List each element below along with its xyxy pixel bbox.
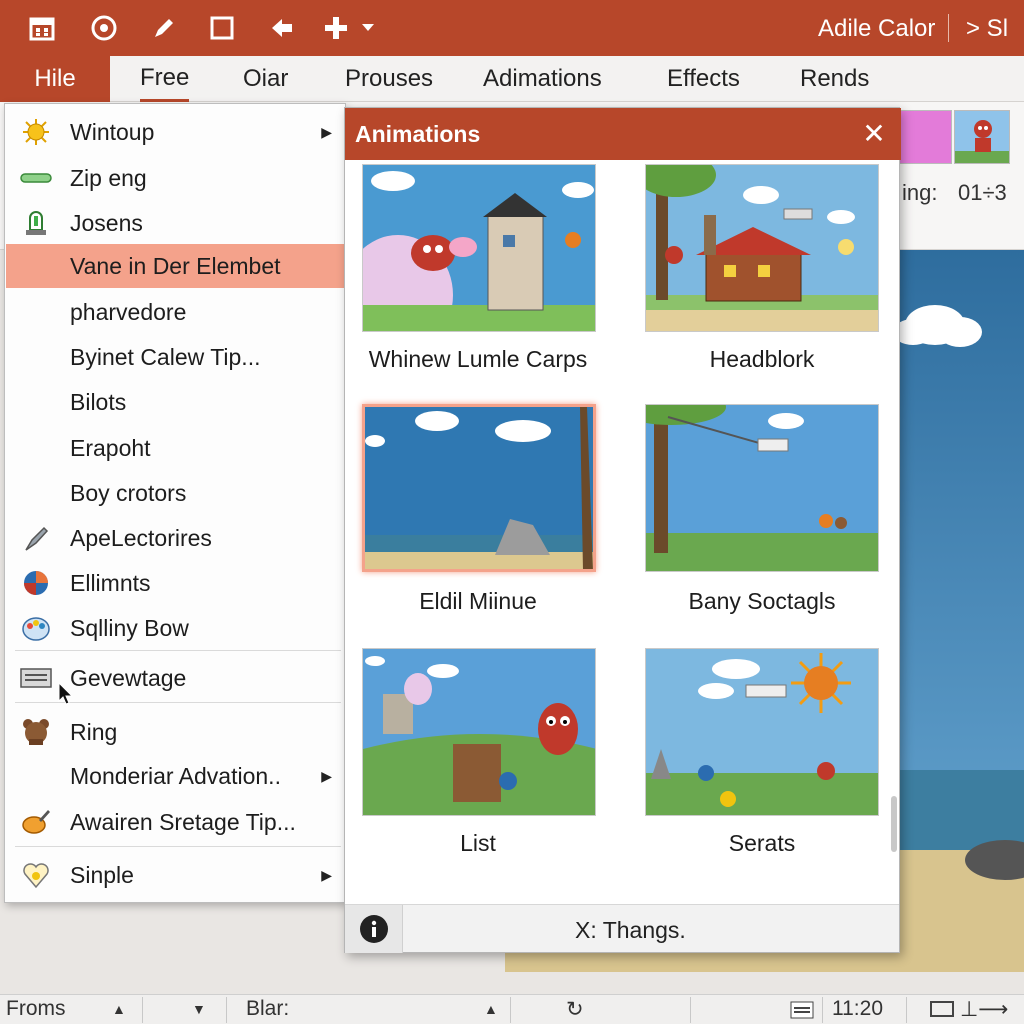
menu-item-apelectorires[interactable]: ApeLectorires: [6, 516, 344, 560]
menu-item-wintoup[interactable]: Wintoup ▶: [6, 110, 344, 154]
heart-icon: [20, 859, 52, 891]
record-icon[interactable]: [88, 12, 120, 44]
keyboard-icon: [20, 662, 52, 694]
animations-panel: Animations ✕ Whinew Lumle Carps Headblor…: [344, 107, 901, 953]
tab-oiar[interactable]: Oiar: [243, 56, 288, 102]
tab-prouses[interactable]: Prouses: [345, 56, 433, 102]
bar-icon: [20, 162, 52, 194]
transition-thumbnail[interactable]: [896, 110, 952, 164]
panel-footer: X: Thangs.: [345, 904, 899, 953]
footer-text: X: Thangs.: [575, 917, 686, 943]
ball-icon: [20, 567, 52, 599]
info-icon: [359, 915, 388, 943]
menu-item-ellimnts[interactable]: Ellimnts: [6, 561, 344, 605]
calendar-icon[interactable]: [26, 12, 58, 44]
chevron-down-icon[interactable]: ▼: [192, 1001, 206, 1017]
animation-tile[interactable]: [645, 648, 879, 816]
menu-item-zip-eng[interactable]: Zip eng: [6, 156, 344, 200]
palette-icon: [20, 612, 52, 644]
square-icon[interactable]: [206, 12, 238, 44]
menu-separator: [15, 650, 341, 651]
menu-separator: [15, 846, 341, 847]
animation-tile[interactable]: [362, 648, 596, 816]
menu-item-vane-in-der-elembet[interactable]: Vane in Der Elembet: [6, 244, 344, 288]
network-icon[interactable]: [930, 1001, 954, 1024]
panel-title: Animations: [355, 121, 481, 147]
refresh-icon[interactable]: ↻: [566, 997, 584, 1021]
panel-scrollbar[interactable]: [891, 796, 897, 852]
add-icon[interactable]: [320, 12, 352, 44]
submenu-arrow-icon: ▶: [321, 123, 332, 140]
account-button[interactable]: > Sl: [966, 15, 1008, 43]
menu-item-erapoht[interactable]: Erapoht: [6, 426, 344, 470]
menu-item-sinple[interactable]: Sinple ▶: [6, 853, 344, 897]
timing-value[interactable]: 01÷3: [958, 180, 1007, 206]
title-bar: Adile Calor > Sl: [0, 0, 1024, 56]
transition-thumbnail[interactable]: [954, 110, 1010, 164]
sun-icon: [20, 116, 52, 148]
close-icon[interactable]: ✕: [859, 117, 889, 150]
menu-item-bilots[interactable]: Bilots: [6, 380, 344, 424]
tile-caption: Eldil Miinue: [419, 588, 537, 614]
animation-tile[interactable]: [645, 404, 879, 572]
lamp-icon: [20, 207, 52, 239]
tile-caption: Bany Soctagls: [688, 588, 836, 614]
bear-icon: [20, 716, 52, 748]
panel-header: Animations ✕: [345, 108, 901, 160]
animation-tile[interactable]: [645, 164, 879, 332]
chevron-up-icon[interactable]: ▲: [484, 1001, 498, 1017]
cursor-icon: [58, 682, 74, 705]
menu-item-pharvedore[interactable]: pharvedore: [6, 290, 344, 334]
menu-item-byinet-calew-tip[interactable]: Byinet Calew Tip...: [6, 335, 344, 379]
tile-caption: Whinew Lumle Carps: [368, 346, 588, 372]
app-title: Adile Calor: [818, 15, 936, 42]
menu-item-gevewtage[interactable]: Gevewtage: [6, 656, 344, 700]
submenu-arrow-icon: ▶: [321, 866, 332, 883]
title-divider: [948, 14, 949, 42]
undo-icon[interactable]: [266, 12, 298, 44]
info-button[interactable]: [345, 905, 403, 953]
menu-item-sqlliny-bow[interactable]: Sqlliny Bow: [6, 606, 344, 650]
animation-tile[interactable]: [362, 164, 596, 332]
ribbon-tabs: Hile Free Oiar Prouses Adimations Effect…: [0, 56, 1024, 102]
tile-caption: Serats: [728, 830, 796, 856]
menu-item-awairen-sretage-tip[interactable]: Awairen Sretage Tip...: [6, 800, 344, 844]
tab-adimations[interactable]: Adimations: [483, 56, 602, 102]
status-bar: Froms ▲ ▼ Blar: ▲ ↻ 11:20 ⊥⟶: [0, 994, 1024, 1024]
menu-item-monderiar-advation[interactable]: Monderiar Advation.. ▶: [6, 754, 344, 798]
arrow-right-icon[interactable]: ⊥⟶: [960, 997, 1008, 1021]
tab-rends[interactable]: Rends: [800, 56, 869, 102]
animation-tile-selected[interactable]: [362, 404, 596, 572]
tile-caption: List: [460, 830, 496, 856]
keyboard-icon[interactable]: [790, 1001, 814, 1024]
dropdown-icon[interactable]: [356, 12, 380, 44]
menu-item-ring[interactable]: Ring: [6, 710, 344, 754]
chevron-up-icon[interactable]: ▲: [112, 1001, 126, 1017]
tab-effects[interactable]: Effects: [667, 56, 740, 102]
submenu-arrow-icon: ▶: [321, 767, 332, 784]
timing-label: ing:: [902, 180, 938, 205]
tab-free[interactable]: Free: [140, 56, 190, 102]
pen-icon[interactable]: [148, 12, 180, 44]
tab-file[interactable]: Hile: [0, 56, 110, 102]
tile-caption: Headblork: [709, 346, 815, 372]
status-blar[interactable]: Blar:: [246, 997, 289, 1021]
menu-item-josens[interactable]: Josens: [6, 201, 344, 245]
file-dropdown-menu: Wintoup ▶ Zip eng Josens Vane in Der Ele…: [4, 103, 346, 903]
menu-item-boy-crotors[interactable]: Boy crotors: [6, 471, 344, 515]
paint-icon: [20, 806, 52, 838]
status-time: 11:20: [832, 997, 883, 1020]
status-froms[interactable]: Froms: [6, 997, 66, 1021]
brush-icon: [20, 522, 52, 554]
